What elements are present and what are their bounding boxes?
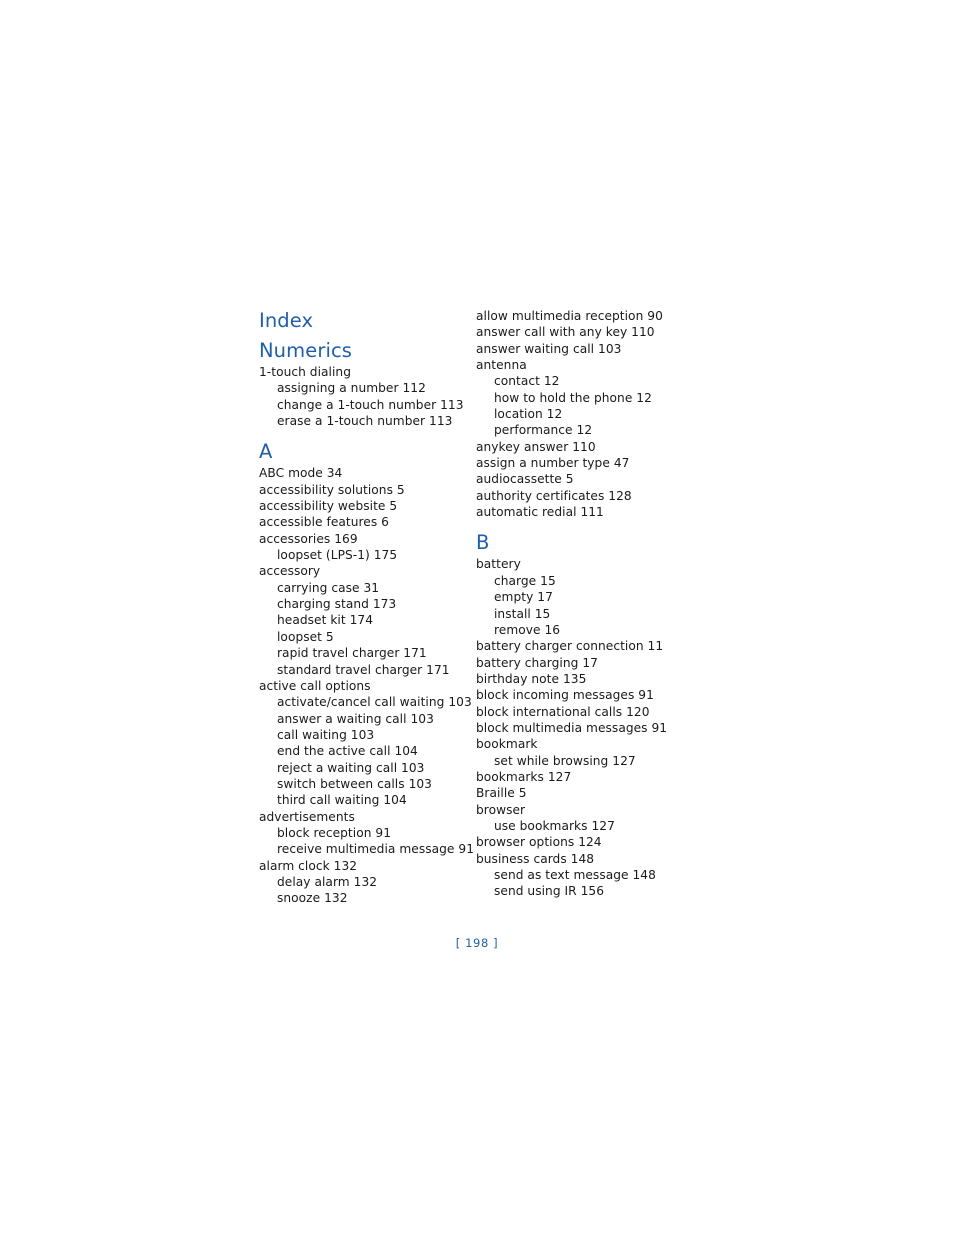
index-entry[interactable]: accessory: [259, 563, 469, 579]
index-entry[interactable]: birthday note 135: [476, 671, 686, 687]
index-entry[interactable]: antenna: [476, 357, 686, 373]
index-subentry[interactable]: assigning a number 112: [259, 380, 469, 396]
index-entry[interactable]: business cards 148: [476, 851, 686, 867]
index-entry[interactable]: anykey answer 110: [476, 439, 686, 455]
index-subentry[interactable]: send as text message 148: [476, 867, 686, 883]
index-subentry[interactable]: call waiting 103: [259, 727, 469, 743]
index-entry[interactable]: automatic redial 111: [476, 504, 686, 520]
index-entry[interactable]: block international calls 120: [476, 704, 686, 720]
index-subentry[interactable]: contact 12: [476, 373, 686, 389]
section-heading-a: A: [259, 440, 273, 464]
index-subentry[interactable]: location 12: [476, 406, 686, 422]
index-entry[interactable]: assign a number type 47: [476, 455, 686, 471]
index-entry[interactable]: accessibility website 5: [259, 498, 469, 514]
index-subentry[interactable]: change a 1-touch number 113: [259, 397, 469, 413]
index-subentry[interactable]: delay alarm 132: [259, 874, 469, 890]
section-heading-numerics: Numerics: [259, 339, 353, 362]
index-entry[interactable]: accessibility solutions 5: [259, 482, 469, 498]
index-entry[interactable]: battery charger connection 11: [476, 638, 686, 654]
section-heading-b: B: [476, 531, 490, 555]
index-subentry[interactable]: third call waiting 104: [259, 792, 469, 808]
index-entry[interactable]: ABC mode 34: [259, 465, 469, 481]
index-entry[interactable]: 1-touch dialing: [259, 364, 469, 380]
index-entry[interactable]: browser options 124: [476, 834, 686, 850]
index-subentry[interactable]: loopset (LPS-1) 175: [259, 547, 469, 563]
index-subentry[interactable]: empty 17: [476, 589, 686, 605]
page-title: Index: [259, 309, 314, 332]
column-left-sections: Numerics 1-touch dialing assigning a numbe…: [259, 339, 474, 907]
index-subentry[interactable]: how to hold the phone 12: [476, 390, 686, 406]
index-entry[interactable]: accessible features 6: [259, 514, 469, 530]
index-entry[interactable]: authority certificates 128: [476, 488, 686, 504]
index-subentry[interactable]: standard travel charger 171: [259, 662, 469, 678]
index-subentry[interactable]: rapid travel charger 171: [259, 645, 469, 661]
index-subentry[interactable]: performance 12: [476, 422, 686, 438]
column-right-sections: allow multimedia reception 90 answer call…: [476, 308, 686, 900]
index-entry[interactable]: block incoming messages 91: [476, 687, 686, 703]
index-page: Index Numerics 1-touch dialing assigning a…: [0, 0, 954, 1235]
index-entry[interactable]: battery: [476, 556, 686, 572]
index-entry[interactable]: bookmark: [476, 736, 686, 752]
index-entry[interactable]: accessories 169: [259, 531, 469, 547]
index-entry[interactable]: browser: [476, 802, 686, 818]
index-subentry[interactable]: reject a waiting call 103: [259, 760, 469, 776]
index-subentry[interactable]: carrying case 31: [259, 580, 469, 596]
index-entry[interactable]: active call options: [259, 678, 469, 694]
index-subentry[interactable]: answer a waiting call 103: [259, 711, 469, 727]
index-subentry[interactable]: activate/cancel call waiting 103: [259, 694, 472, 710]
index-subentry[interactable]: install 15: [476, 606, 686, 622]
index-subentry[interactable]: use bookmarks 127: [476, 818, 686, 834]
index-column-right: allow multimedia reception 90 answer call…: [476, 308, 686, 900]
index-entry[interactable]: alarm clock 132: [259, 858, 469, 874]
page-number: [ 198 ]: [455, 936, 499, 950]
index-subentry[interactable]: remove 16: [476, 622, 686, 638]
index-entry[interactable]: battery charging 17: [476, 655, 686, 671]
index-subentry[interactable]: snooze 132: [259, 890, 469, 906]
index-entry[interactable]: block multimedia messages 91: [476, 720, 686, 736]
index-entry[interactable]: answer call with any key 110: [476, 324, 686, 340]
index-entry[interactable]: advertisements: [259, 809, 469, 825]
index-entry[interactable]: bookmarks 127: [476, 769, 686, 785]
index-subentry[interactable]: charging stand 173: [259, 596, 469, 612]
index-subentry[interactable]: send using IR 156: [476, 883, 686, 899]
index-entry[interactable]: answer waiting call 103: [476, 341, 686, 357]
index-subentry[interactable]: loopset 5: [259, 629, 469, 645]
index-subentry[interactable]: receive multimedia message 91: [259, 841, 474, 857]
index-entry[interactable]: Braille 5: [476, 785, 686, 801]
index-subentry[interactable]: block reception 91: [259, 825, 469, 841]
index-column-left: Index Numerics 1-touch dialing assigning a…: [259, 308, 474, 907]
index-entry[interactable]: audiocassette 5: [476, 471, 686, 487]
index-subentry[interactable]: headset kit 174: [259, 612, 469, 628]
index-subentry[interactable]: switch between calls 103: [259, 776, 469, 792]
index-entry[interactable]: allow multimedia reception 90: [476, 308, 686, 324]
index-subentry[interactable]: set while browsing 127: [476, 753, 686, 769]
index-subentry[interactable]: end the active call 104: [259, 743, 469, 759]
index-subentry[interactable]: charge 15: [476, 573, 686, 589]
index-subentry[interactable]: erase a 1-touch number 113: [259, 413, 469, 429]
